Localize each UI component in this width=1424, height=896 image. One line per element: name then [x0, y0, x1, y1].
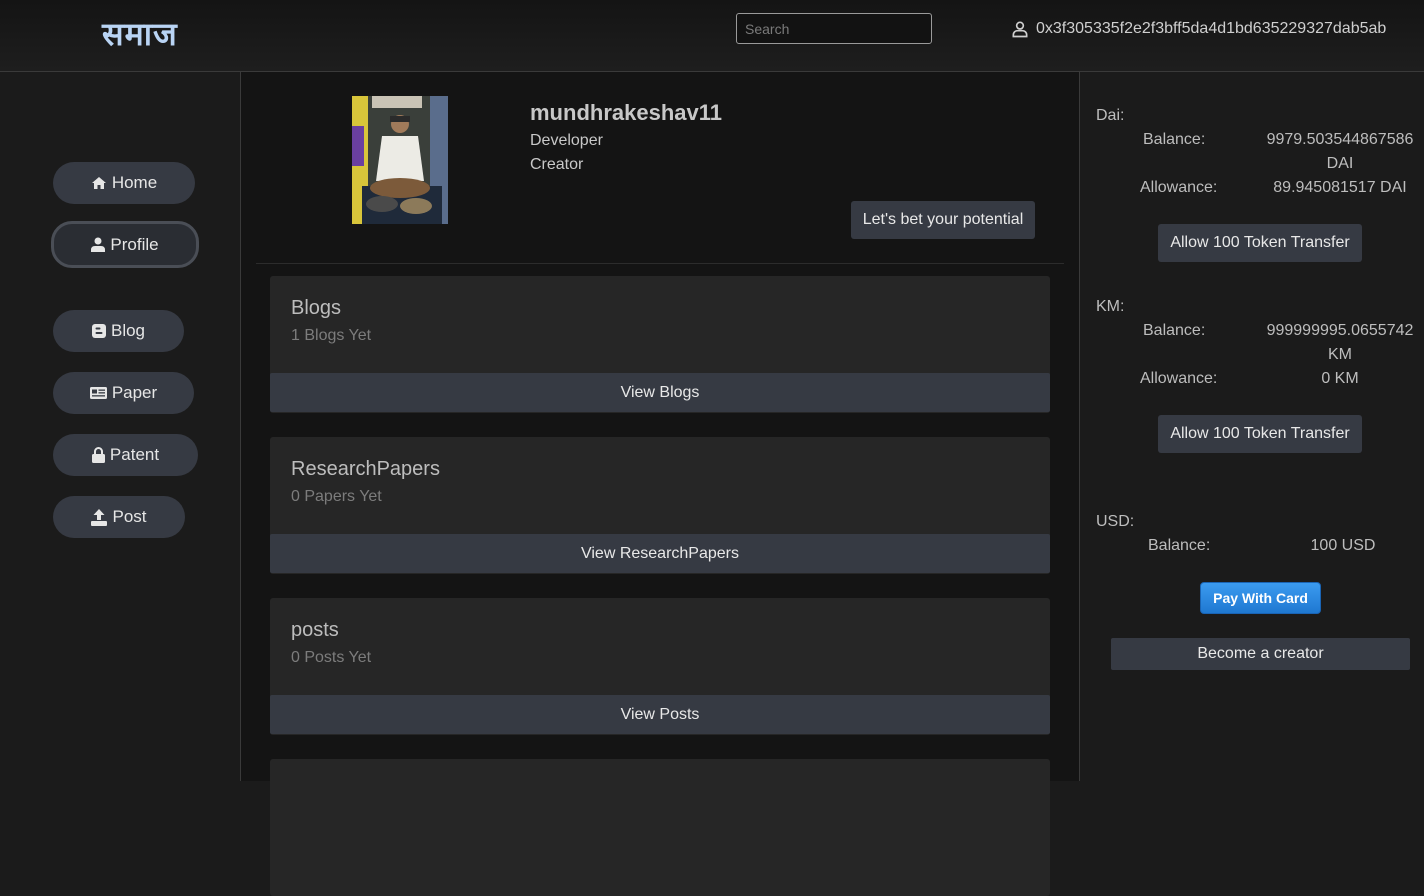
blogs-card: Blogs 1 Blogs Yet View Blogs: [270, 276, 1050, 413]
profile-username: mundhrakeshav11: [530, 100, 722, 125]
nav-profile-label: Profile: [110, 234, 159, 254]
dai-balance-label: Balance:: [1143, 131, 1206, 148]
user-icon: [91, 237, 106, 252]
usd-token-name: USD:: [1096, 513, 1135, 530]
search-input[interactable]: [736, 13, 932, 44]
nav-paper-button[interactable]: Paper: [53, 372, 194, 414]
upload-icon: [91, 508, 108, 526]
nav-profile-button[interactable]: Profile: [51, 221, 199, 268]
nav-home-label: Home: [111, 173, 158, 192]
top-header: समाज 0x3f305335f2e2f3bff5da4d1bd63522932…: [0, 0, 1424, 72]
card-count: 0 Posts Yet: [291, 649, 372, 666]
dai-allowance-value: 89.945081517 DAI: [1273, 179, 1407, 196]
km-balance-value: 999999995.0655742: [1266, 322, 1414, 339]
become-creator-button[interactable]: Become a creator: [1111, 638, 1410, 670]
view-posts-button[interactable]: View Posts: [270, 695, 1050, 734]
nav-post-button[interactable]: Post: [53, 496, 185, 538]
nav-blog-button[interactable]: Blog: [53, 310, 184, 352]
profile-role: Developer: [530, 132, 603, 149]
dai-balance-unit: DAI: [1326, 155, 1354, 172]
bet-potential-button[interactable]: Let's bet your potential: [851, 201, 1035, 239]
nav-blog-label: Blog: [110, 321, 146, 340]
extra-card: [270, 759, 1050, 896]
dai-balance-value: 9979.503544867586: [1266, 131, 1414, 148]
wallet-address: 0x3f305335f2e2f3bff5da4d1bd635229327dab5…: [1036, 20, 1387, 37]
user-outline-icon: [1012, 21, 1028, 38]
view-blogs-button[interactable]: View Blogs: [270, 373, 1050, 412]
pay-with-card-button[interactable]: Pay With Card: [1200, 582, 1321, 614]
card-title: posts: [291, 619, 339, 641]
km-balance-unit: KM: [1328, 346, 1352, 363]
posts-card: posts 0 Posts Yet View Posts: [270, 598, 1050, 735]
dai-allow-transfer-button[interactable]: Allow 100 Token Transfer: [1158, 224, 1362, 262]
account-display[interactable]: 0x3f305335f2e2f3bff5da4d1bd635229327dab5…: [1010, 19, 1386, 39]
profile-header: mundhrakeshav11 Developer Creator Let's …: [256, 72, 1064, 264]
usd-balance-value: 100 USD: [1310, 537, 1376, 554]
profile-photo-image: [352, 96, 448, 224]
lock-icon: [91, 447, 105, 463]
app-logo[interactable]: समाज: [102, 12, 178, 55]
profile-avatar: [352, 96, 448, 224]
nav-patent-label: Patent: [109, 445, 160, 464]
view-research-papers-button[interactable]: View ResearchPapers: [270, 534, 1050, 573]
nav-paper-label: Paper: [111, 383, 158, 402]
newspaper-icon: [89, 387, 107, 399]
dai-token-name: Dai:: [1096, 107, 1125, 124]
card-count: 0 Papers Yet: [291, 488, 382, 505]
usd-balance-label: Balance:: [1148, 537, 1211, 554]
km-balance-label: Balance:: [1143, 322, 1206, 339]
km-token-name: KM:: [1096, 298, 1125, 315]
km-allowance-label: Allowance:: [1140, 370, 1218, 387]
dai-allowance-label: Allowance:: [1140, 179, 1218, 196]
card-count: 1 Blogs Yet: [291, 327, 372, 344]
wallet-sidebar: Dai: Balance: 9979.503544867586 DAI Allo…: [1079, 72, 1424, 781]
research-papers-card: ResearchPapers 0 Papers Yet View Researc…: [270, 437, 1050, 574]
home-icon: [91, 177, 106, 189]
blogger-icon: [91, 324, 106, 338]
left-sidebar: Home Profile Blog Paper Patent Post: [0, 72, 241, 781]
main-content: mundhrakeshav11 Developer Creator Let's …: [241, 72, 1079, 896]
km-allow-transfer-button[interactable]: Allow 100 Token Transfer: [1158, 415, 1362, 453]
nav-post-label: Post: [112, 507, 147, 526]
profile-role: Creator: [530, 156, 584, 173]
card-title: ResearchPapers: [291, 458, 440, 480]
nav-patent-button[interactable]: Patent: [53, 434, 198, 476]
km-allowance-value: 0 KM: [1321, 370, 1359, 387]
card-title: Blogs: [291, 297, 342, 319]
nav-home-button[interactable]: Home: [53, 162, 195, 204]
